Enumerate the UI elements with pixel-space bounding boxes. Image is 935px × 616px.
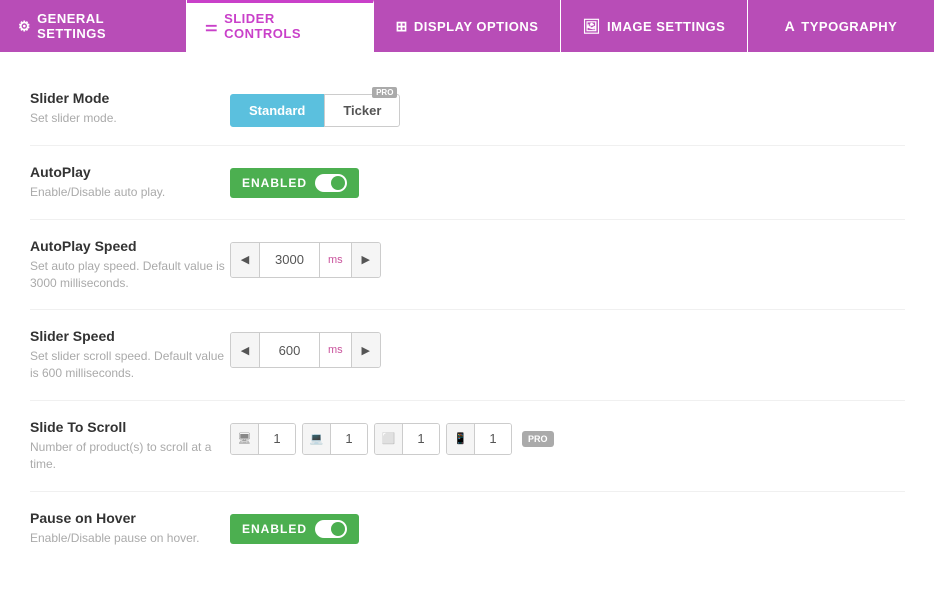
slider-speed-unit: ms bbox=[319, 333, 352, 367]
autoplay-control: ENABLED bbox=[230, 168, 359, 198]
scroll-controls-group: 🖥 💻 ⬜ 📱 PRO bbox=[230, 423, 554, 455]
slider-mode-label-col: Slider Mode Set slider mode. bbox=[30, 90, 230, 127]
autoplay-speed-control: ◀ ms ▶ bbox=[230, 242, 381, 278]
slide-scroll-pro-badge: PRO bbox=[522, 431, 554, 447]
laptop-icon: 💻 bbox=[303, 424, 331, 454]
slider-speed-label: Slider Speed bbox=[30, 328, 230, 344]
desktop-icon: 🖥 bbox=[231, 424, 259, 454]
pause-hover-toggle-switch[interactable] bbox=[315, 520, 347, 538]
slider-mode-control: Standard Ticker PRO bbox=[230, 94, 400, 127]
autoplay-row: AutoPlay Enable/Disable auto play. ENABL… bbox=[30, 146, 905, 220]
scroll-mobile: 📱 bbox=[446, 423, 512, 455]
pause-hover-row: Pause on Hover Enable/Disable pause on h… bbox=[30, 492, 905, 565]
tablet-icon: ⬜ bbox=[375, 424, 403, 454]
slide-to-scroll-label: Slide To Scroll bbox=[30, 419, 230, 435]
tab-slider-label: SLIDER CONTROLS bbox=[224, 11, 355, 41]
pause-hover-toggle[interactable]: ENABLED bbox=[230, 514, 359, 544]
pause-hover-enabled-label: ENABLED bbox=[242, 522, 307, 536]
tab-display-label: DISPLAY OPTIONS bbox=[414, 19, 539, 34]
slider-speed-control: ◀ ms ▶ bbox=[230, 332, 381, 368]
scroll-laptop-input[interactable] bbox=[331, 424, 367, 454]
autoplay-toggle[interactable]: ENABLED bbox=[230, 168, 359, 198]
typography-icon: A bbox=[785, 18, 796, 34]
ticker-label: Ticker bbox=[343, 103, 381, 118]
autoplay-speed-increment[interactable]: ▶ bbox=[352, 243, 380, 277]
scroll-tablet: ⬜ bbox=[374, 423, 440, 455]
autoplay-speed-label: AutoPlay Speed bbox=[30, 238, 230, 254]
tab-navigation: ⚙ GENERAL SETTINGS ⚌ SLIDER CONTROLS ⊞ D… bbox=[0, 0, 935, 52]
slider-mode-desc: Set slider mode. bbox=[30, 110, 230, 127]
scroll-laptop: 💻 bbox=[302, 423, 368, 455]
slider-speed-value[interactable] bbox=[259, 333, 319, 367]
autoplay-speed-label-col: AutoPlay Speed Set auto play speed. Defa… bbox=[30, 238, 230, 292]
autoplay-speed-desc: Set auto play speed. Default value is 30… bbox=[30, 258, 230, 292]
tab-display[interactable]: ⊞ DISPLAY OPTIONS bbox=[374, 0, 561, 52]
autoplay-desc: Enable/Disable auto play. bbox=[30, 184, 230, 201]
scroll-desktop: 🖥 bbox=[230, 423, 296, 455]
autoplay-toggle-switch[interactable] bbox=[315, 174, 347, 192]
slider-mode-btn-group: Standard Ticker PRO bbox=[230, 94, 400, 127]
autoplay-label: AutoPlay bbox=[30, 164, 230, 180]
autoplay-speed-value[interactable] bbox=[259, 243, 319, 277]
pause-hover-control: ENABLED bbox=[230, 514, 359, 544]
slider-mode-label: Slider Mode bbox=[30, 90, 230, 106]
standard-mode-button[interactable]: Standard bbox=[230, 94, 324, 127]
slide-to-scroll-label-col: Slide To Scroll Number of product(s) to … bbox=[30, 419, 230, 473]
autoplay-speed-decrement[interactable]: ◀ bbox=[231, 243, 259, 277]
scroll-desktop-input[interactable] bbox=[259, 424, 295, 454]
tab-slider[interactable]: ⚌ SLIDER CONTROLS bbox=[187, 0, 374, 52]
slider-speed-desc: Set slider scroll speed. Default value i… bbox=[30, 348, 230, 382]
tab-typography[interactable]: A TYPOGRAPHY bbox=[748, 0, 935, 52]
pause-hover-label-col: Pause on Hover Enable/Disable pause on h… bbox=[30, 510, 230, 547]
tab-image-label: IMAGE SETTINGS bbox=[607, 19, 725, 34]
sliders-icon: ⚌ bbox=[205, 18, 218, 35]
scroll-tablet-input[interactable] bbox=[403, 424, 439, 454]
slide-to-scroll-row: Slide To Scroll Number of product(s) to … bbox=[30, 401, 905, 492]
slider-speed-row: Slider Speed Set slider scroll speed. De… bbox=[30, 310, 905, 401]
ticker-mode-button[interactable]: Ticker PRO bbox=[324, 94, 400, 127]
tab-image[interactable]: 🖼 IMAGE SETTINGS bbox=[561, 0, 748, 52]
autoplay-enabled-label: ENABLED bbox=[242, 176, 307, 190]
pause-hover-label: Pause on Hover bbox=[30, 510, 230, 526]
slider-mode-row: Slider Mode Set slider mode. Standard Ti… bbox=[30, 72, 905, 146]
mobile-icon: 📱 bbox=[447, 424, 475, 454]
slider-speed-decrement[interactable]: ◀ bbox=[231, 333, 259, 367]
tab-general[interactable]: ⚙ GENERAL SETTINGS bbox=[0, 0, 187, 52]
slide-to-scroll-desc: Number of product(s) to scroll at a time… bbox=[30, 439, 230, 473]
tab-typography-label: TYPOGRAPHY bbox=[801, 19, 897, 34]
slider-speed-spinner: ◀ ms ▶ bbox=[230, 332, 381, 368]
ticker-pro-badge: PRO bbox=[372, 87, 397, 98]
slider-speed-increment[interactable]: ▶ bbox=[352, 333, 380, 367]
pause-hover-desc: Enable/Disable pause on hover. bbox=[30, 530, 230, 547]
slider-speed-label-col: Slider Speed Set slider scroll speed. De… bbox=[30, 328, 230, 382]
autoplay-speed-spinner: ◀ ms ▶ bbox=[230, 242, 381, 278]
autoplay-label-col: AutoPlay Enable/Disable auto play. bbox=[30, 164, 230, 201]
image-icon: 🖼 bbox=[583, 18, 601, 35]
scroll-mobile-input[interactable] bbox=[475, 424, 511, 454]
grid-icon: ⊞ bbox=[396, 18, 408, 35]
settings-content: Slider Mode Set slider mode. Standard Ti… bbox=[0, 52, 935, 584]
autoplay-speed-row: AutoPlay Speed Set auto play speed. Defa… bbox=[30, 220, 905, 311]
tab-general-label: GENERAL SETTINGS bbox=[37, 11, 168, 41]
gear-icon: ⚙ bbox=[18, 18, 31, 35]
slide-to-scroll-control: 🖥 💻 ⬜ 📱 PRO bbox=[230, 423, 554, 455]
autoplay-speed-unit: ms bbox=[319, 243, 352, 277]
